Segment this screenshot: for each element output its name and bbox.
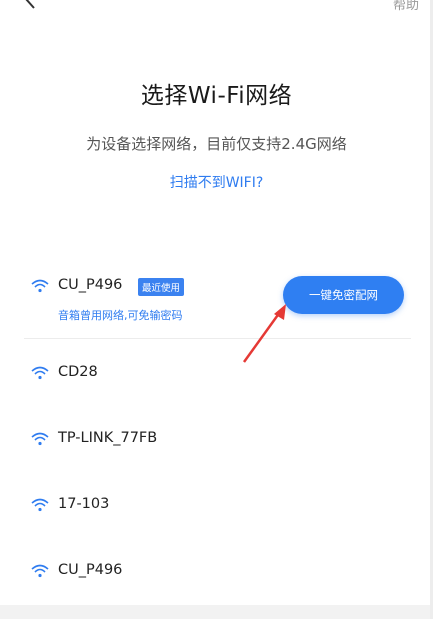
wifi-icon	[31, 498, 49, 512]
bottom-shade	[0, 605, 433, 619]
top-bar: 帮助	[0, 0, 433, 14]
recently-used-badge: 最近使用	[138, 278, 185, 296]
network-row[interactable]: TP-LINK_77FB	[0, 430, 433, 496]
network-ssid: CD28	[58, 364, 98, 380]
scan-not-found-link[interactable]: 扫描不到WIFI?	[0, 172, 433, 192]
help-link[interactable]: 帮助	[393, 0, 419, 13]
network-ssid: TP-LINK_77FB	[58, 430, 158, 446]
wifi-icon	[31, 564, 49, 578]
wifi-icon	[31, 279, 49, 293]
red-annotation-arrow	[242, 304, 286, 363]
back-chevron-icon[interactable]	[20, 0, 42, 10]
wifi-icon	[31, 432, 49, 446]
network-ssid: 17-103	[58, 496, 110, 512]
network-ssid: CU_P496	[58, 277, 123, 293]
wifi-select-page: 帮助 选择Wi-Fi网络 为设备选择网络，目前仅支持2.4G网络 扫描不到WIF…	[0, 0, 433, 619]
network-row[interactable]: CD28	[0, 364, 433, 430]
page-title: 选择Wi-Fi网络	[140, 83, 293, 109]
network-ssid: CU_P496	[58, 562, 123, 578]
network-row[interactable]: 17-103	[0, 496, 433, 562]
page-subtitle: 为设备选择网络，目前仅支持2.4G网络	[86, 135, 347, 153]
wifi-icon	[31, 366, 49, 380]
divider	[24, 338, 411, 339]
no-password-hint: 音箱曾用网络,可免输密码	[58, 309, 183, 322]
one-key-pair-button[interactable]: 一键免密配网	[283, 276, 404, 314]
